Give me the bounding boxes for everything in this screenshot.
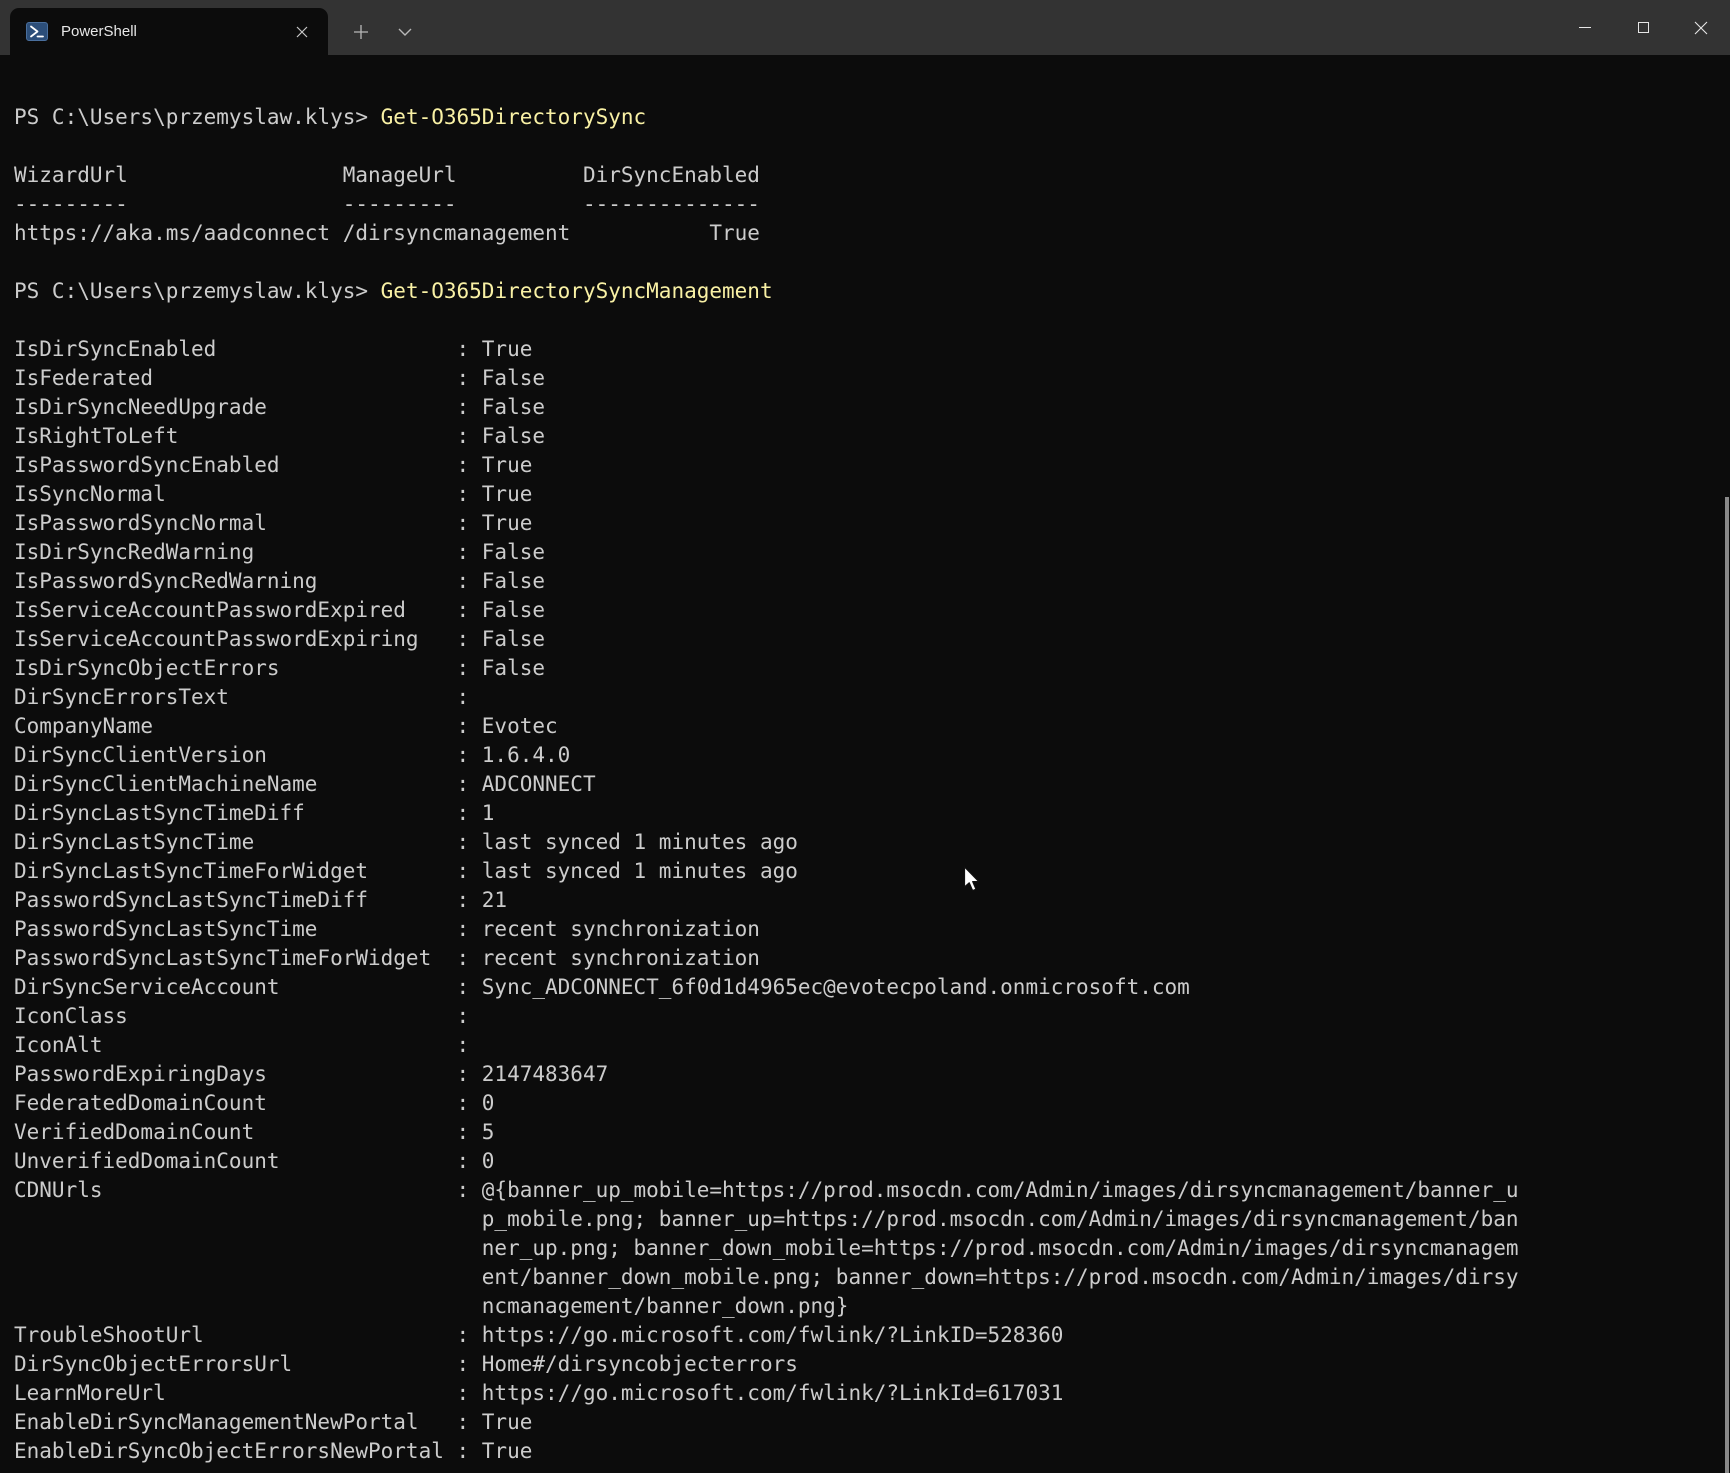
window-controls: [1556, 0, 1730, 55]
new-tab-button[interactable]: [342, 8, 380, 55]
terminal-window: PowerShell: [0, 0, 1730, 1473]
maximize-icon: [1638, 22, 1649, 33]
powershell-icon: [26, 22, 48, 41]
minimize-icon: [1579, 27, 1591, 28]
close-button[interactable]: [1672, 0, 1730, 55]
tab-dropdown-button[interactable]: [386, 8, 424, 55]
minimize-button[interactable]: [1556, 0, 1614, 55]
tab-close-icon[interactable]: [290, 20, 314, 44]
maximize-button[interactable]: [1614, 0, 1672, 55]
tab-title: PowerShell: [61, 23, 290, 40]
close-icon: [1694, 21, 1708, 35]
terminal-output: PS C:\Users\przemyslaw.klys> Get-O365Dir…: [0, 55, 1730, 1466]
tab-powershell[interactable]: PowerShell: [10, 8, 328, 55]
titlebar-drag-region[interactable]: [424, 0, 1556, 55]
terminal-viewport: PS C:\Users\przemyslaw.klys> Get-O365Dir…: [0, 55, 1730, 1473]
scrollbar-thumb[interactable]: [1725, 497, 1729, 1473]
titlebar: PowerShell: [0, 0, 1730, 55]
